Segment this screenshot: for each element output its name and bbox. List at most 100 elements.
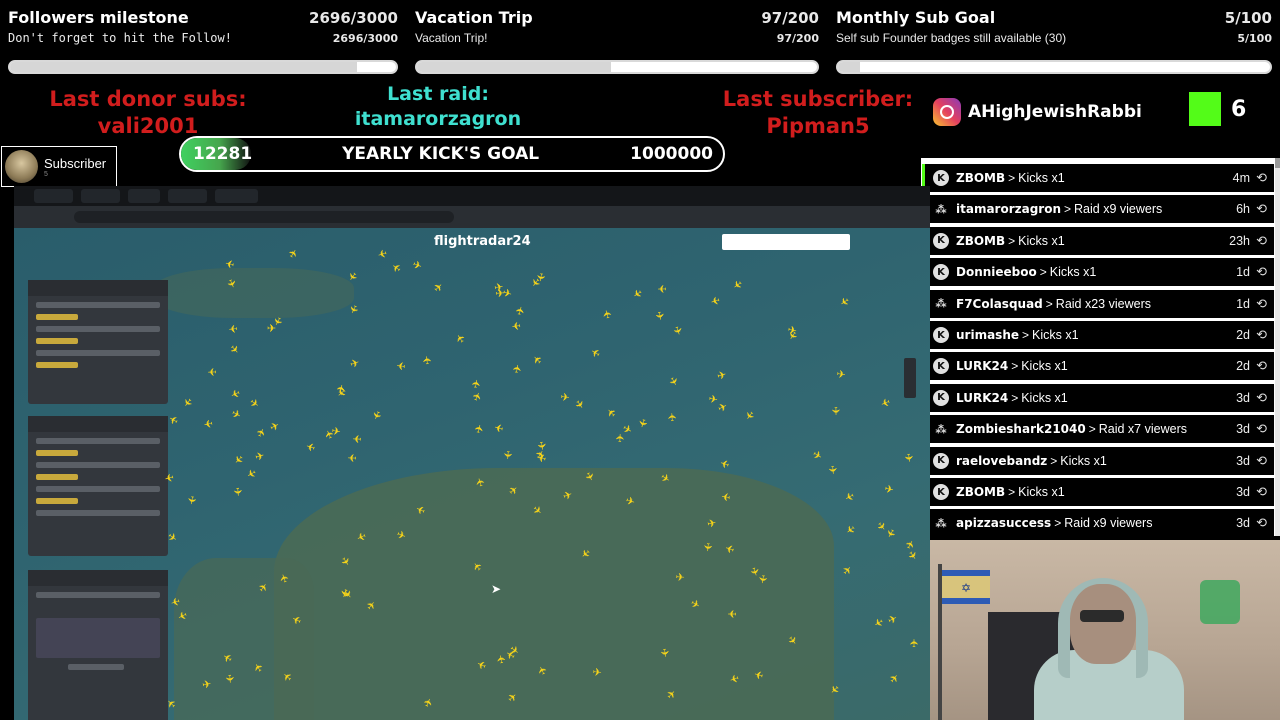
replay-icon[interactable]: ⟲: [1256, 233, 1267, 249]
aircraft-icon[interactable]: ✈: [535, 450, 548, 464]
aircraft-icon[interactable]: ✈: [591, 667, 602, 680]
aircraft-icon[interactable]: ✈: [841, 563, 856, 578]
aircraft-icon[interactable]: ✈: [305, 439, 318, 453]
aircraft-icon[interactable]: ✈: [630, 285, 644, 300]
browser-tab-active[interactable]: [215, 189, 259, 203]
aircraft-icon[interactable]: ✈: [230, 451, 245, 466]
aircraft-icon[interactable]: ✈: [471, 390, 486, 403]
aircraft-icon[interactable]: ✈: [222, 674, 235, 685]
aircraft-icon[interactable]: ✈: [531, 351, 546, 366]
aircraft-icon[interactable]: ✈: [727, 607, 737, 619]
aircraft-icon[interactable]: ✈: [658, 647, 671, 659]
replay-icon[interactable]: ⟲: [1256, 170, 1267, 186]
aircraft-icon[interactable]: ✈: [352, 432, 363, 444]
aircraft-icon[interactable]: ✈: [909, 638, 921, 648]
aircraft-icon[interactable]: ✈: [721, 489, 732, 502]
aircraft-icon[interactable]: ✈: [902, 452, 915, 464]
activity-feed[interactable]: K ZBOMB > Kicks x1 4m ⟲ ⁂ itamarorzagron > Raid x…: [921, 158, 1280, 536]
aircraft-icon[interactable]: ✈: [904, 549, 919, 563]
aircraft-icon[interactable]: ✈: [224, 256, 237, 270]
aircraft-icon[interactable]: ✈: [228, 386, 241, 401]
zoom-control[interactable]: [904, 358, 916, 398]
aircraft-icon[interactable]: ✈: [246, 396, 261, 411]
aircraft-icon[interactable]: ✈: [287, 247, 302, 261]
aircraft-icon[interactable]: ✈: [268, 419, 282, 434]
aircraft-icon[interactable]: ✈: [741, 408, 756, 423]
aircraft-icon[interactable]: ✈: [179, 395, 194, 410]
aircraft-icon[interactable]: ✈: [349, 356, 362, 370]
aircraft-icon[interactable]: ✈: [493, 420, 505, 434]
replay-icon[interactable]: ⟲: [1256, 296, 1267, 312]
aircraft-icon[interactable]: ✈: [501, 450, 514, 461]
map-search-input[interactable]: [722, 234, 850, 250]
browser-tab[interactable]: [81, 189, 121, 203]
browser-url-bar[interactable]: [14, 206, 930, 228]
aircraft-icon[interactable]: ✈: [201, 678, 213, 692]
aircraft-icon[interactable]: ✈: [826, 464, 839, 475]
aircraft-icon[interactable]: ✈: [421, 354, 434, 365]
aircraft-icon[interactable]: ✈: [331, 426, 343, 440]
aircraft-icon[interactable]: ✈: [229, 408, 243, 423]
aircraft-icon[interactable]: ✈: [511, 363, 525, 375]
aircraft-icon[interactable]: ✈: [514, 304, 528, 317]
replay-icon[interactable]: ⟲: [1256, 201, 1267, 217]
aircraft-icon[interactable]: ✈: [810, 448, 824, 463]
aircraft-icon[interactable]: ✈: [470, 378, 484, 390]
aircraft-icon[interactable]: ✈: [510, 318, 522, 331]
aircraft-icon[interactable]: ✈: [495, 653, 509, 665]
aircraft-icon[interactable]: ✈: [410, 258, 423, 273]
aircraft-icon[interactable]: ✈: [706, 517, 718, 531]
aircraft-icon[interactable]: ✈: [716, 369, 728, 383]
aircraft-icon[interactable]: ✈: [719, 456, 732, 470]
aircraft-icon[interactable]: ✈: [716, 401, 730, 416]
replay-icon[interactable]: ⟲: [1256, 358, 1267, 374]
aircraft-icon[interactable]: ✈: [842, 488, 856, 503]
replay-icon[interactable]: ⟲: [1256, 453, 1267, 469]
aircraft-icon[interactable]: ✈: [163, 470, 175, 484]
feed-scrollbar[interactable]: [1275, 158, 1280, 536]
aircraft-icon[interactable]: ✈: [244, 465, 258, 480]
aircraft-icon[interactable]: ✈: [431, 281, 446, 296]
aircraft-icon[interactable]: ✈: [227, 322, 238, 335]
aircraft-icon[interactable]: ✈: [572, 398, 587, 412]
aircraft-icon[interactable]: ✈: [226, 342, 241, 357]
browser-tab[interactable]: [128, 189, 160, 203]
aircraft-icon[interactable]: ✈: [346, 302, 361, 316]
replay-icon[interactable]: ⟲: [1256, 327, 1267, 343]
aircraft-icon[interactable]: ✈: [559, 391, 570, 404]
aircraft-icon[interactable]: ✈: [837, 294, 851, 309]
aircraft-icon[interactable]: ✈: [670, 324, 684, 337]
aircraft-icon[interactable]: ✈: [601, 308, 615, 320]
aircraft-icon[interactable]: ✈: [395, 358, 406, 371]
aircraft-icon[interactable]: ✈: [473, 423, 487, 435]
flight-map[interactable]: flightradar24 ➤ ✈ ✈ ✈ ✈ ✈ ✈ ✈ ✈ ✈ ✈ ✈ ✈ …: [14, 228, 930, 720]
aircraft-icon[interactable]: ✈: [871, 615, 885, 630]
replay-icon[interactable]: ⟲: [1256, 264, 1267, 280]
aircraft-icon[interactable]: ✈: [652, 310, 665, 322]
aircraft-icon[interactable]: ✈: [879, 395, 892, 410]
aircraft-icon[interactable]: ✈: [709, 293, 721, 307]
aircraft-icon[interactable]: ✈: [883, 483, 895, 497]
aircraft-icon[interactable]: ✈: [347, 451, 357, 463]
replay-icon[interactable]: ⟲: [1256, 484, 1267, 500]
aircraft-icon[interactable]: ✈: [254, 426, 269, 440]
aircraft-icon[interactable]: ✈: [453, 330, 468, 344]
aircraft-icon[interactable]: ✈: [253, 450, 265, 464]
aircraft-icon[interactable]: ✈: [390, 259, 405, 274]
address-field[interactable]: [74, 211, 454, 223]
replay-icon[interactable]: ⟲: [1256, 515, 1267, 531]
aircraft-icon[interactable]: ✈: [829, 406, 841, 416]
aircraft-icon[interactable]: ✈: [888, 672, 903, 687]
aircraft-icon[interactable]: ✈: [675, 572, 686, 585]
aircraft-icon[interactable]: ✈: [167, 411, 181, 426]
aircraft-icon[interactable]: ✈: [665, 375, 680, 389]
aircraft-icon[interactable]: ✈: [657, 282, 667, 294]
aircraft-icon[interactable]: ✈: [730, 276, 745, 291]
aircraft-icon[interactable]: ✈: [376, 246, 389, 260]
aircraft-icon[interactable]: ✈: [707, 393, 719, 406]
browser-tab[interactable]: [167, 189, 208, 203]
aircraft-icon[interactable]: ✈: [635, 417, 649, 429]
aircraft-icon[interactable]: ✈: [369, 409, 384, 422]
aircraft-icon[interactable]: ✈: [842, 521, 857, 536]
aircraft-icon[interactable]: ✈: [206, 365, 217, 377]
